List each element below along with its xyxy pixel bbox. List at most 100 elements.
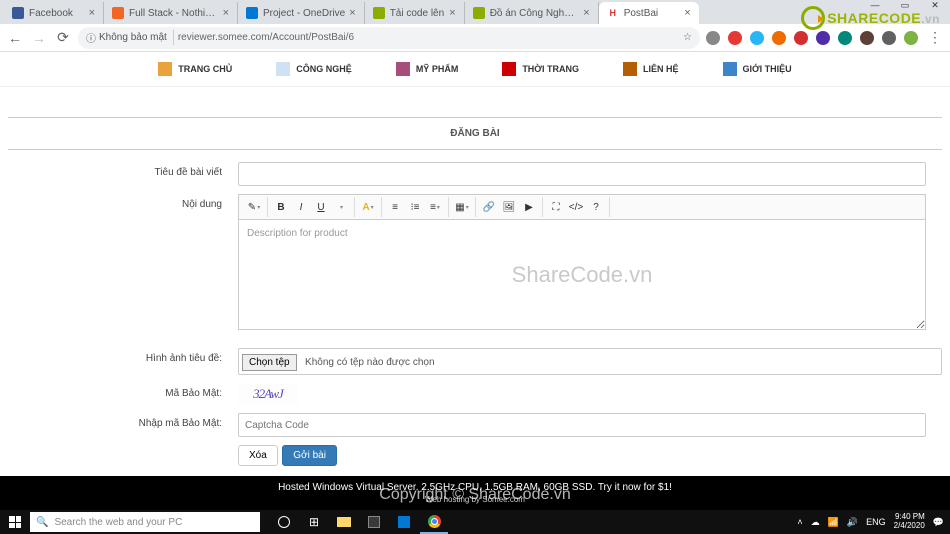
font-color-dropdown[interactable] bbox=[331, 197, 351, 217]
ext-icon[interactable] bbox=[706, 31, 720, 45]
main-nav: TRANG CHỦ CÔNG NGHỆ MỸ PHẨM THỜI TRANG L… bbox=[0, 52, 950, 87]
close-icon[interactable]: × bbox=[684, 7, 690, 19]
nav-home[interactable]: TRANG CHỦ bbox=[136, 58, 254, 80]
menu-icon[interactable]: ⋮ bbox=[926, 29, 944, 47]
image-button[interactable]: 🖼 bbox=[499, 197, 519, 217]
home-icon bbox=[158, 62, 172, 76]
url-text: reviewer.somee.com/Account/PostBai/6 bbox=[178, 32, 354, 43]
chrome-icon[interactable] bbox=[420, 510, 448, 534]
post-title-input[interactable] bbox=[238, 162, 926, 186]
taskbar-search[interactable]: 🔍 Search the web and your PC bbox=[30, 512, 260, 532]
submit-button[interactable]: Gởi bài bbox=[282, 445, 337, 466]
forward-button[interactable]: → bbox=[30, 29, 48, 47]
ext-icon[interactable] bbox=[860, 31, 874, 45]
clear-button[interactable]: Xóa bbox=[238, 445, 278, 466]
site-icon: H bbox=[607, 7, 619, 19]
italic-button[interactable]: I bbox=[291, 197, 311, 217]
help-button[interactable]: ? bbox=[586, 197, 606, 217]
ordered-list-button[interactable]: ⁝≡ bbox=[405, 197, 425, 217]
link-button[interactable]: 🔗 bbox=[479, 197, 499, 217]
store-icon[interactable] bbox=[360, 510, 388, 534]
label-captcha: Mã Bảo Mật: bbox=[8, 383, 238, 399]
watermark-logo: SHARECODE.vn bbox=[801, 6, 940, 30]
fullscreen-button[interactable]: ⛶ bbox=[546, 197, 566, 217]
close-icon[interactable]: × bbox=[349, 7, 355, 19]
notification-icon[interactable]: 💬 bbox=[933, 517, 944, 528]
file-status: Không có tệp nào được chọn bbox=[305, 357, 434, 368]
style-dropdown[interactable]: ✎ bbox=[244, 197, 264, 217]
ext-icon[interactable] bbox=[750, 31, 764, 45]
close-icon[interactable]: × bbox=[583, 7, 589, 19]
info-icon bbox=[723, 62, 737, 76]
task-view-icon[interactable]: ⊞ bbox=[300, 510, 328, 534]
dress-icon bbox=[502, 62, 516, 76]
watermark-footer: Copyright © ShareCode.vn bbox=[379, 486, 570, 504]
phone-icon bbox=[276, 62, 290, 76]
text-color-button[interactable]: A bbox=[358, 197, 378, 217]
windows-icon bbox=[9, 516, 21, 528]
url-field[interactable]: ⓘ Không bảo mật reviewer.somee.com/Accou… bbox=[78, 27, 700, 49]
nav-contact[interactable]: LIÊN HỆ bbox=[601, 58, 701, 80]
wifi-icon[interactable]: 📶 bbox=[828, 517, 839, 528]
site-icon bbox=[473, 7, 485, 19]
video-button[interactable]: ▶ bbox=[519, 197, 539, 217]
ext-icon[interactable] bbox=[794, 31, 808, 45]
label-content: Nội dung bbox=[8, 194, 238, 210]
ext-icon[interactable] bbox=[772, 31, 786, 45]
profile-avatar[interactable] bbox=[904, 31, 918, 45]
star-icon[interactable]: ☆ bbox=[683, 32, 692, 43]
tab-facebook[interactable]: Facebook × bbox=[4, 2, 104, 24]
choose-file-button[interactable]: Chọn tệp bbox=[242, 354, 297, 371]
nav-about[interactable]: GIỚI THIỆU bbox=[701, 58, 814, 80]
editor-body[interactable]: Description for product ShareCode.vn bbox=[238, 220, 926, 330]
align-button[interactable]: ≡ bbox=[425, 197, 445, 217]
underline-button[interactable]: U bbox=[311, 197, 331, 217]
close-icon[interactable]: × bbox=[449, 7, 455, 19]
lipstick-icon bbox=[396, 62, 410, 76]
search-placeholder: Search the web and your PC bbox=[54, 517, 182, 528]
onedrive-tray-icon[interactable]: ☁ bbox=[811, 517, 820, 528]
ext-icon[interactable] bbox=[816, 31, 830, 45]
ext-icon[interactable] bbox=[882, 31, 896, 45]
tab-title: Full Stack - Nothing is... bbox=[129, 8, 219, 19]
volume-icon[interactable]: 🔊 bbox=[847, 517, 858, 528]
extension-icons: ⋮ bbox=[706, 29, 944, 47]
site-icon bbox=[373, 7, 385, 19]
nav-fashion[interactable]: THỜI TRANG bbox=[480, 58, 601, 80]
captcha-image: 32AwJ bbox=[238, 383, 298, 405]
editor-toolbar: ✎ B I U A ≡ ⁝≡ ≡ ▦ bbox=[238, 194, 926, 220]
tab-onedrive[interactable]: Project - OneDrive × bbox=[238, 2, 365, 24]
start-button[interactable] bbox=[0, 510, 30, 534]
close-icon[interactable]: × bbox=[89, 7, 95, 19]
reload-button[interactable]: ⟳ bbox=[54, 29, 72, 47]
ext-icon[interactable] bbox=[728, 31, 742, 45]
editor-placeholder: Description for product bbox=[247, 228, 348, 239]
language-indicator[interactable]: ENG bbox=[866, 517, 886, 527]
close-icon[interactable]: × bbox=[223, 7, 229, 19]
tab-title: Project - OneDrive bbox=[263, 8, 345, 19]
tab-fullstack[interactable]: Full Stack - Nothing is... × bbox=[104, 2, 238, 24]
tab-title: Đồ án Công Nghệ Phầ... bbox=[490, 8, 580, 19]
code-view-button[interactable]: </> bbox=[566, 197, 586, 217]
table-button[interactable]: ▦ bbox=[452, 197, 472, 217]
label-enter-captcha: Nhập mã Bảo Mật: bbox=[8, 413, 238, 429]
cortana-icon[interactable] bbox=[270, 510, 298, 534]
onedrive-icon bbox=[246, 7, 258, 19]
back-button[interactable]: ← bbox=[6, 29, 24, 47]
tab-postbai[interactable]: H PostBai × bbox=[599, 2, 699, 24]
tab-title: Facebook bbox=[29, 8, 85, 19]
nav-tech[interactable]: CÔNG NGHỆ bbox=[254, 58, 374, 80]
nav-cosmetics[interactable]: MỸ PHẨM bbox=[374, 58, 481, 80]
bold-button[interactable]: B bbox=[271, 197, 291, 217]
vscode-icon[interactable] bbox=[390, 510, 418, 534]
label-post-title: Tiêu đề bài viết bbox=[8, 162, 238, 178]
clock[interactable]: 9:40 PM 2/4/2020 bbox=[894, 513, 925, 531]
tray-chevron-icon[interactable]: ˄ bbox=[797, 517, 802, 527]
tab-title: PostBai bbox=[624, 8, 681, 19]
unordered-list-button[interactable]: ≡ bbox=[385, 197, 405, 217]
captcha-input[interactable] bbox=[238, 413, 926, 437]
tab-upload-code[interactable]: Tải code lên × bbox=[365, 2, 465, 24]
ext-icon[interactable] bbox=[838, 31, 852, 45]
tab-project[interactable]: Đồ án Công Nghệ Phầ... × bbox=[465, 2, 599, 24]
explorer-icon[interactable] bbox=[330, 510, 358, 534]
